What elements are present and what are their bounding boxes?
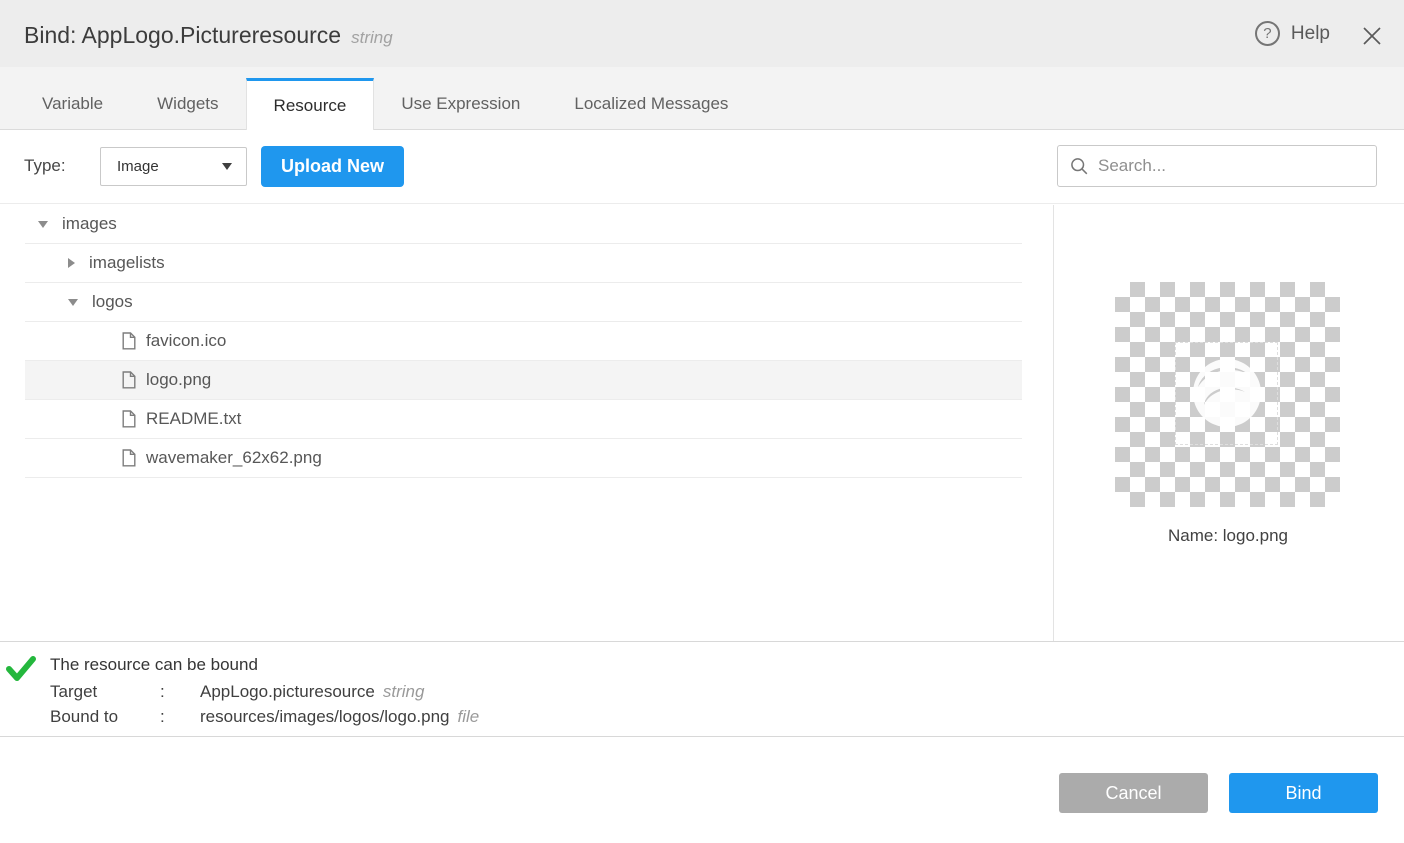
tree-item-label: README.txt bbox=[146, 409, 241, 429]
status-row-colon: : bbox=[160, 682, 200, 702]
dialog-title-text: Bind: AppLogo.Pictureresource bbox=[24, 22, 341, 48]
tree-item-wavemaker-png[interactable]: wavemaker_62x62.png bbox=[25, 439, 1022, 478]
close-icon[interactable] bbox=[1362, 26, 1382, 46]
file-icon bbox=[122, 371, 136, 389]
tree-item-imagelists[interactable]: imagelists bbox=[25, 244, 1022, 283]
status-panel: The resource can be bound Target:AppLogo… bbox=[0, 641, 1404, 737]
type-select[interactable]: Image bbox=[100, 147, 247, 186]
tree-item-label: logos bbox=[92, 292, 133, 312]
help-button[interactable]: ? Help bbox=[1255, 21, 1330, 46]
file-icon bbox=[122, 410, 136, 428]
tree-item-images[interactable]: images bbox=[25, 205, 1022, 244]
type-hint: string bbox=[351, 28, 393, 47]
status-message: The resource can be bound bbox=[50, 655, 258, 675]
tab-localized-messages[interactable]: Localized Messages bbox=[547, 78, 755, 130]
dialog-title: Bind: AppLogo.Pictureresource string bbox=[24, 22, 393, 49]
preview-pane: Name: logo.png bbox=[1053, 205, 1404, 641]
search-icon bbox=[1070, 157, 1089, 176]
resource-tree: images imagelists logos favicon.ico logo… bbox=[0, 205, 1053, 641]
status-row-label: Bound to bbox=[50, 707, 160, 727]
caret-down-icon[interactable] bbox=[38, 221, 48, 228]
status-row-value: resources/images/logos/logo.png bbox=[200, 707, 449, 726]
tree-item-favicon[interactable]: favicon.ico bbox=[25, 322, 1022, 361]
bind-button[interactable]: Bind bbox=[1229, 773, 1378, 813]
cancel-button[interactable]: Cancel bbox=[1059, 773, 1208, 813]
tab-widgets[interactable]: Widgets bbox=[130, 78, 245, 130]
status-row-colon: : bbox=[160, 707, 200, 727]
search-box bbox=[1057, 145, 1377, 187]
status-row-label: Target bbox=[50, 682, 160, 702]
tab-resource[interactable]: Resource bbox=[246, 78, 375, 130]
status-row-value: AppLogo.picturesource bbox=[200, 682, 375, 701]
tree-item-label: images bbox=[62, 214, 117, 234]
upload-new-button[interactable]: Upload New bbox=[261, 146, 404, 187]
tab-bar: Variable Widgets Resource Use Expression… bbox=[0, 67, 1404, 130]
dialog-header: Bind: AppLogo.Pictureresource string ? He… bbox=[0, 0, 1404, 67]
tab-use-expression[interactable]: Use Expression bbox=[374, 78, 547, 130]
question-circle-icon[interactable]: ? bbox=[1255, 21, 1280, 46]
success-check-icon bbox=[5, 655, 37, 688]
bind-dialog: Bind: AppLogo.Pictureresource string ? He… bbox=[0, 0, 1404, 843]
image-preview bbox=[1115, 282, 1340, 507]
preview-file-name: Name: logo.png bbox=[1054, 526, 1402, 546]
content-area: images imagelists logos favicon.ico logo… bbox=[0, 205, 1404, 641]
caret-right-icon[interactable] bbox=[68, 258, 75, 268]
tab-variable[interactable]: Variable bbox=[15, 78, 130, 130]
tree-item-label: imagelists bbox=[89, 253, 165, 273]
type-select-value: Image bbox=[117, 158, 159, 175]
wavemaker-logo-image bbox=[1187, 353, 1267, 438]
tree-item-label: logo.png bbox=[146, 370, 211, 390]
file-icon bbox=[122, 449, 136, 467]
search-input[interactable] bbox=[1098, 156, 1364, 176]
tree-item-label: favicon.ico bbox=[146, 331, 226, 351]
file-icon bbox=[122, 332, 136, 350]
help-label: Help bbox=[1291, 23, 1330, 45]
caret-down-icon[interactable] bbox=[68, 299, 78, 306]
tree-item-readme[interactable]: README.txt bbox=[25, 400, 1022, 439]
tree-item-label: wavemaker_62x62.png bbox=[146, 448, 322, 468]
tree-item-logo-png[interactable]: logo.png bbox=[25, 361, 1022, 400]
select-caret-icon bbox=[222, 163, 232, 170]
status-boundto-row: Bound to:resources/images/logos/logo.png… bbox=[50, 707, 479, 727]
tree-item-logos[interactable]: logos bbox=[25, 283, 1022, 322]
status-row-hint: file bbox=[457, 707, 479, 726]
status-row-hint: string bbox=[383, 682, 425, 701]
toolbar: Type: Image Upload New bbox=[0, 130, 1404, 204]
status-target-row: Target:AppLogo.picturesource string bbox=[50, 682, 424, 702]
type-label: Type: bbox=[24, 156, 66, 176]
